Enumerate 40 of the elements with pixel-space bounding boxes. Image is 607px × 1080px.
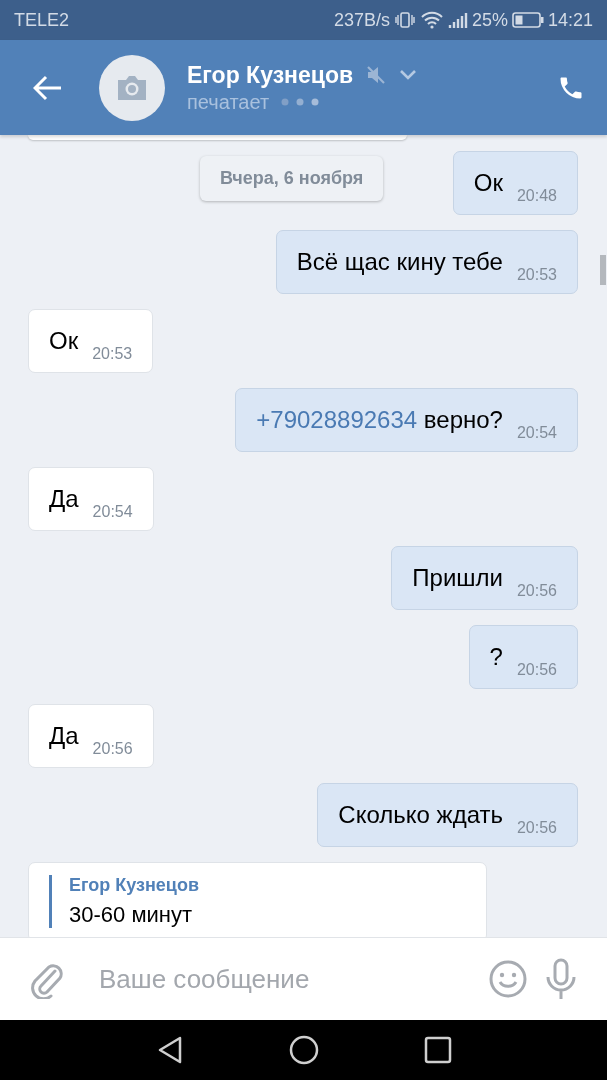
phone-link[interactable]: +79028892634	[256, 406, 418, 433]
scroll-thumb	[600, 255, 606, 285]
message-time: 20:54	[92, 502, 133, 522]
home-circle-icon[interactable]	[288, 1035, 319, 1065]
message-text: +79028892634 верно?	[256, 405, 503, 435]
carrier-name: TELE2	[14, 9, 70, 31]
message-text: Пришли	[412, 563, 503, 593]
battery-icon	[511, 11, 544, 29]
clock: 14:21	[547, 9, 593, 31]
camera-icon	[115, 74, 149, 101]
network-speed: 237B/s	[333, 9, 390, 31]
message-time: 20:53	[92, 344, 133, 364]
message-time: 20:54	[516, 423, 557, 443]
message-text: Всё щас кину тебе	[296, 247, 503, 277]
message-text: Ок	[473, 168, 503, 198]
quoted-author: Егор Кузнецов	[69, 875, 200, 896]
recent-apps-icon[interactable]	[423, 1036, 452, 1064]
message-text: ?	[489, 642, 503, 672]
chevron-down-icon[interactable]	[399, 69, 418, 81]
message-text: Да	[49, 721, 79, 751]
signal-icon	[447, 10, 468, 30]
battery-percent: 25%	[471, 9, 508, 31]
back-arrow-icon[interactable]	[33, 74, 63, 101]
vibrate-icon	[393, 10, 416, 30]
message-time: 20:56	[516, 818, 557, 838]
message-time: 20:56	[516, 660, 557, 680]
contact-name[interactable]: Егор Кузнецов	[187, 61, 354, 89]
quoted-text: 30-60 минут	[69, 902, 194, 928]
message-input[interactable]: Ваше сообщение	[97, 962, 471, 996]
message-text: Сколько ждать	[338, 800, 503, 830]
microphone-icon[interactable]	[545, 958, 577, 1000]
typing-status: печатает	[187, 90, 270, 114]
message-time: 20:53	[516, 265, 557, 285]
message-text: Да	[49, 484, 79, 514]
message-time: 20:48	[516, 186, 557, 206]
message-time: 20:56	[92, 739, 133, 759]
smiley-icon[interactable]	[489, 960, 527, 998]
message-text: Ок	[49, 326, 79, 356]
message-time: 20:56	[516, 581, 557, 601]
wifi-icon	[419, 10, 444, 30]
